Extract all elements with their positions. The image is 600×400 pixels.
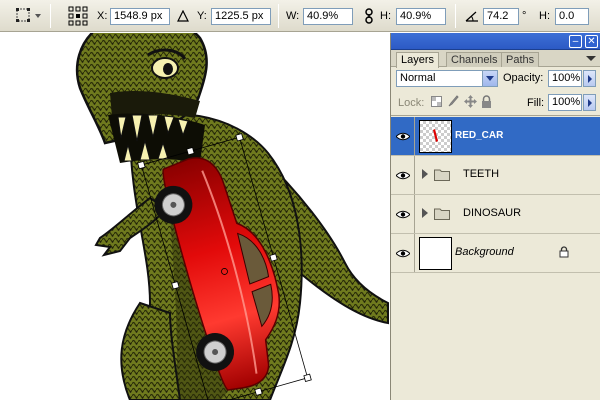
visibility-eye-icon[interactable]	[391, 234, 415, 272]
layers-palette: – ✕ Layers Channels Paths Normal Opacity…	[390, 33, 600, 400]
tab-paths[interactable]: Paths	[501, 52, 540, 67]
palette-tabs: Layers Channels Paths	[391, 50, 600, 68]
palette-titlebar[interactable]: – ✕	[391, 33, 600, 50]
options-bar: X: 1548.9 px Y: 1225.5 px W: 40.9% H: 40…	[0, 0, 600, 32]
x-label: X:	[97, 10, 108, 22]
height-label: H:	[380, 10, 391, 22]
opacity-label: Opacity:	[503, 72, 544, 84]
folder-icon	[434, 207, 450, 223]
angle-field[interactable]: 74.2	[483, 7, 519, 25]
fill-field[interactable]: 100%	[548, 94, 582, 111]
palette-menu-icon[interactable]	[585, 54, 597, 64]
move-transform-icon[interactable]	[14, 0, 42, 32]
layer-row-teeth[interactable]: TEETH	[391, 156, 600, 195]
layer-list: RED_CAR TEETH DINOSAUR Background	[391, 117, 600, 312]
visibility-eye-icon[interactable]	[391, 195, 415, 233]
lock-move-icon[interactable]	[464, 95, 477, 111]
layer-name[interactable]: RED_CAR	[455, 130, 503, 141]
layer-name[interactable]: Background	[455, 246, 514, 258]
lock-icon	[559, 246, 569, 261]
height-field[interactable]: 40.9%	[396, 7, 446, 25]
skew-h-field[interactable]: 0.0	[555, 7, 589, 25]
layer-name[interactable]: TEETH	[463, 168, 499, 180]
x-position-field[interactable]: 1548.9 px	[110, 7, 170, 25]
minimize-icon[interactable]: –	[569, 35, 582, 48]
folder-icon	[434, 168, 450, 184]
layer-name[interactable]: DINOSAUR	[463, 207, 521, 219]
expand-arrow-icon[interactable]	[422, 208, 428, 221]
lock-row: Lock: Fill: 100%	[391, 92, 600, 114]
expand-arrow-icon[interactable]	[422, 169, 428, 182]
layer-row-red-car[interactable]: RED_CAR	[391, 117, 600, 156]
layer-thumbnail	[419, 120, 452, 153]
link-chain-icon[interactable]	[364, 0, 374, 32]
width-field[interactable]: 40.9%	[303, 7, 353, 25]
skew-h-label: H:	[539, 10, 550, 22]
blend-mode-value: Normal	[400, 72, 436, 84]
chevron-down-icon[interactable]	[482, 71, 497, 86]
delta-relative-icon[interactable]	[177, 0, 189, 32]
blend-row: Normal Opacity: 100%	[391, 68, 600, 90]
fill-slider-icon[interactable]	[583, 94, 596, 111]
fill-label: Fill:	[527, 97, 545, 109]
visibility-eye-icon[interactable]	[391, 156, 415, 194]
opacity-field[interactable]: 100%	[548, 70, 582, 87]
rotate-angle-icon	[464, 0, 480, 32]
lock-transparency-icon[interactable]	[431, 96, 442, 110]
close-icon[interactable]: ✕	[585, 35, 598, 48]
blend-mode-select[interactable]: Normal	[396, 70, 498, 87]
document-canvas[interactable]	[0, 33, 390, 400]
tab-layers[interactable]: Layers	[396, 52, 440, 68]
lock-label: Lock:	[398, 97, 425, 109]
layer-row-dinosaur[interactable]: DINOSAUR	[391, 195, 600, 234]
visibility-eye-icon[interactable]	[391, 117, 415, 155]
layer-row-background[interactable]: Background	[391, 234, 600, 273]
lock-all-icon[interactable]	[481, 95, 492, 111]
y-label: Y:	[197, 10, 207, 22]
lock-brush-icon[interactable]	[447, 95, 459, 111]
reference-point-grid-icon[interactable]	[67, 0, 89, 32]
layer-thumbnail	[419, 237, 452, 270]
artwork	[75, 33, 389, 400]
degree-symbol: °	[522, 10, 527, 22]
opacity-slider-icon[interactable]	[583, 70, 596, 87]
tab-channels[interactable]: Channels	[446, 52, 503, 67]
width-label: W:	[286, 10, 300, 22]
y-position-field[interactable]: 1225.5 px	[211, 7, 271, 25]
